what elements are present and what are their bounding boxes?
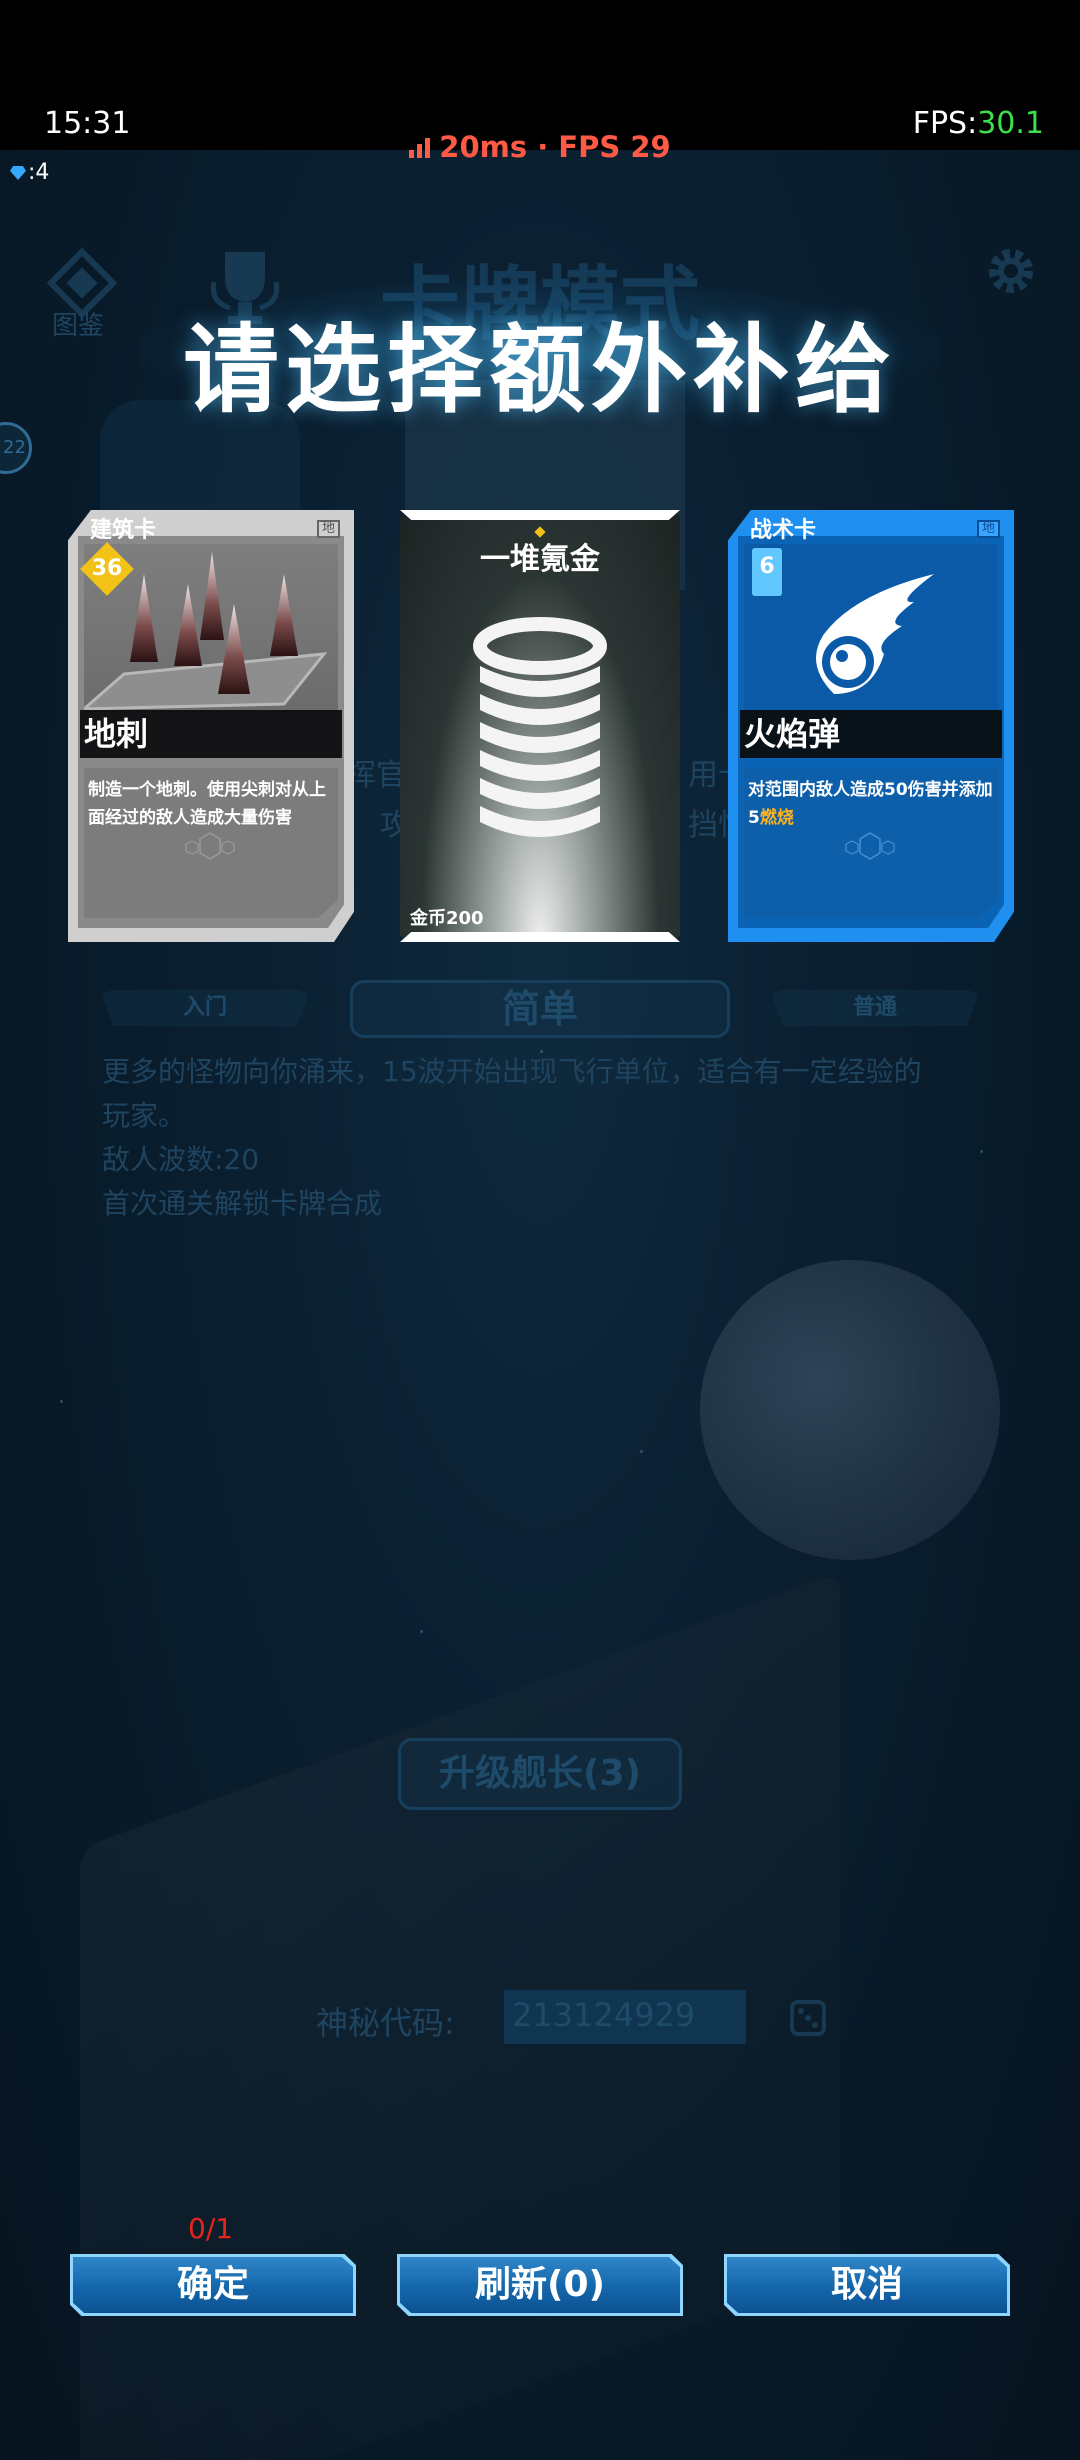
card-description: 制造一个地刺。使用尖刺对从上面经过的敌人造成大量伤害 xyxy=(88,780,326,828)
card-terrain-tag: 地 xyxy=(316,520,340,538)
card-cost: 36 xyxy=(91,556,123,581)
gem-icon xyxy=(10,166,26,180)
coin-stack-icon xyxy=(473,617,607,837)
supply-heading: 请选择额外补给 xyxy=(183,314,897,426)
cancel-label: 取消 xyxy=(830,2264,903,2305)
supply-card-ground-spike[interactable]: 建筑卡 地 36 地刺 制造一个地刺。使用尖刺对从上面经过的敌人造成大量伤害 xyxy=(68,510,354,942)
dice-icon xyxy=(786,1996,830,2040)
upgrade-captain-label: 升级舰长(3) xyxy=(439,1753,641,1794)
card-description: 对范围内敌人造成50伤害并添加5燃烧 xyxy=(748,776,994,832)
difficulty-description-line1: 更多的怪物向你涌来，15波开始出现飞行单位，适合有一定经验的 xyxy=(102,1055,922,1088)
hexagon-icon xyxy=(845,832,895,860)
difficulty-next: 普通 xyxy=(770,990,980,1026)
card-price: 金币200 xyxy=(410,908,484,929)
level-badge-text: 22 xyxy=(3,437,26,458)
card-cost: 6 xyxy=(759,554,775,579)
secret-code-value: 213124929 xyxy=(512,1996,696,2034)
card-name: 地刺 xyxy=(84,715,149,753)
refresh-button[interactable]: 刷新(0) xyxy=(397,2254,683,2316)
card-top-bar xyxy=(400,510,680,520)
gem-count: :4 xyxy=(28,160,50,185)
selection-counter: 0/1 xyxy=(188,2212,234,2245)
difficulty-description-line2: 玩家。 xyxy=(102,1099,187,1132)
network-text: 20ms · FPS 29 xyxy=(439,130,671,164)
difficulty-prev: 入门 xyxy=(100,990,310,1026)
gem-counter: :4 xyxy=(10,160,49,185)
card-name: 一堆氪金 xyxy=(480,542,600,577)
dimmed-menu: 卡牌模式 图鉴 22 挥官 攻击 用卡 挡怪 入门 简单 普通 更多的怪物向你涌… xyxy=(0,150,1080,2460)
cancel-button[interactable]: 取消 xyxy=(724,2254,1010,2316)
difficulty-prev-label: 入门 xyxy=(182,995,227,1020)
fireball-icon xyxy=(744,544,998,712)
supply-card-fireball[interactable]: 战术卡 地 6 火焰弹 对范围内敌人造成50伤害并添加5燃烧 xyxy=(728,510,1014,942)
network-stats: 20ms · FPS 29 xyxy=(0,130,1080,164)
burn-keyword: 燃烧 xyxy=(759,808,794,828)
signal-bars-icon xyxy=(409,136,431,158)
secret-code-field: 213124929 xyxy=(504,1990,746,2044)
supply-card-gold-pile[interactable]: 一堆氪金 金币200 xyxy=(400,510,680,942)
background-scene: 卡牌模式 图鉴 22 挥官 攻击 用卡 挡怪 入门 简单 普通 更多的怪物向你涌… xyxy=(0,150,1080,2460)
card-terrain-tag: 地 xyxy=(976,520,1000,538)
difficulty-current: 简单 xyxy=(350,980,730,1038)
difficulty-next-label: 普通 xyxy=(852,995,897,1020)
card-bottom-bar xyxy=(400,932,680,942)
card-type: 建筑卡 xyxy=(90,518,157,543)
unlock-hint: 首次通关解锁卡牌合成 xyxy=(102,1187,383,1220)
hexagon-icon xyxy=(185,832,235,860)
refresh-label: 刷新(0) xyxy=(475,2264,605,2305)
text-fragment-1: 挥官 xyxy=(346,758,406,793)
secret-code-label: 神秘代码: xyxy=(316,2004,455,2042)
confirm-button[interactable]: 确定 xyxy=(70,2254,356,2316)
difficulty-current-label: 简单 xyxy=(501,987,578,1031)
card-type: 战术卡 xyxy=(750,518,817,543)
card-name: 火焰弹 xyxy=(744,715,841,753)
enemy-waves: 敌人波数:20 xyxy=(102,1143,260,1176)
confirm-label: 确定 xyxy=(176,2264,249,2305)
upgrade-captain-button: 升级舰长(3) xyxy=(398,1738,682,1810)
